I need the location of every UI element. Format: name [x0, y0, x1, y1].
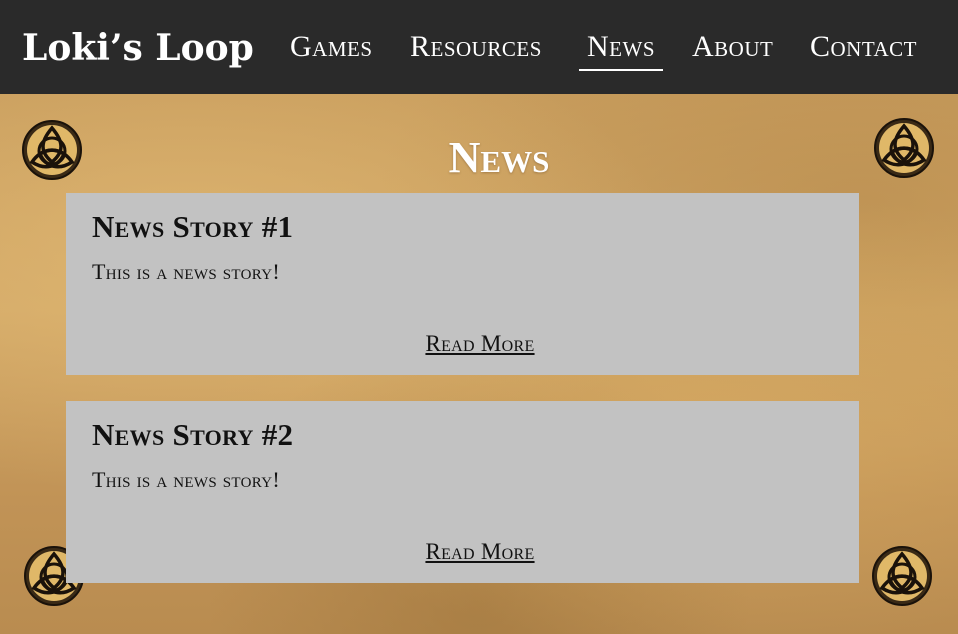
navbar: Loki’s Loop Games Resources News About C…: [0, 0, 958, 94]
read-more-link[interactable]: Read More: [66, 329, 894, 359]
news-card-body: This is a news story!: [92, 467, 280, 492]
news-card-title: News Story #1: [92, 209, 294, 244]
read-more-link[interactable]: Read More: [66, 537, 894, 567]
page-title: News: [448, 133, 550, 182]
nav-link-news[interactable]: News: [579, 26, 663, 71]
nav-link-resources[interactable]: Resources: [410, 26, 542, 68]
main-nav: Games Resources News About Contact: [0, 26, 958, 76]
nav-link-games[interactable]: Games: [290, 26, 373, 68]
nav-link-about[interactable]: About: [692, 26, 773, 68]
main-content: News News Story #1 This is a news story!…: [0, 94, 958, 634]
news-card: News Story #1 This is a news story! Read…: [66, 193, 859, 375]
news-card-body: This is a news story!: [92, 259, 280, 284]
nav-link-contact[interactable]: Contact: [810, 26, 917, 68]
news-card-title: News Story #2: [92, 417, 294, 452]
news-card: News Story #2 This is a news story! Read…: [66, 401, 859, 583]
